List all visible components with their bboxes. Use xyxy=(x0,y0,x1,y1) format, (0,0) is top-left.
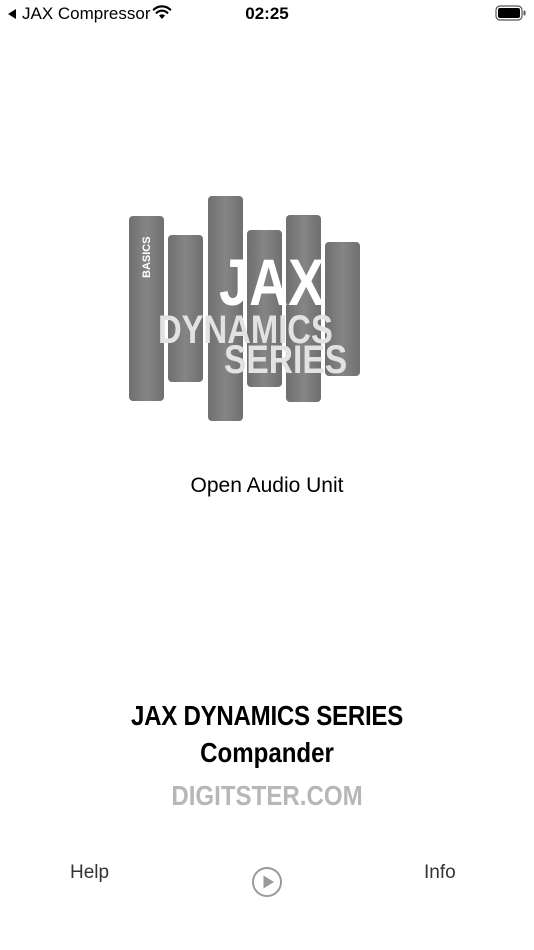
website-link[interactable]: DIGITSTER.COM xyxy=(37,780,496,812)
logo-series: SERIES xyxy=(224,337,347,381)
open-audio-unit-button[interactable]: Open Audio Unit xyxy=(0,474,534,498)
product-title: JAX DYNAMICS SERIES xyxy=(130,700,404,731)
help-button[interactable]: Help xyxy=(70,862,109,884)
info-button[interactable]: Info xyxy=(424,862,456,884)
clock: 02:25 xyxy=(245,4,289,23)
battery-icon xyxy=(495,5,526,21)
status-bar: JAX Compressor 02:25 xyxy=(0,0,534,30)
product-name: Compander xyxy=(200,737,334,768)
play-circle-icon[interactable] xyxy=(251,866,283,898)
jax-dynamics-logo: BASICS JAX DYNAMICS SERIES xyxy=(129,196,360,421)
logo-badge: BASICS xyxy=(141,236,153,278)
